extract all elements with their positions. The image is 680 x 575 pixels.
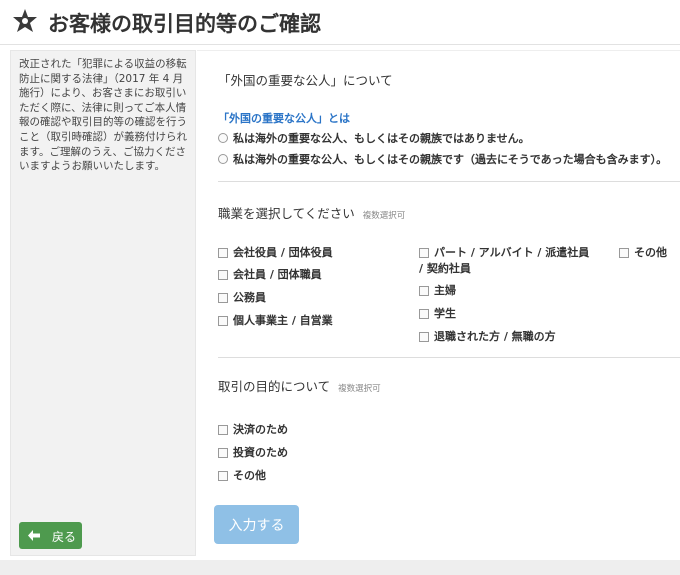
checkbox-label: 主婦 <box>434 284 456 297</box>
occupation-executive[interactable]: 会社役員 / 団体役員 <box>218 246 333 260</box>
pep-option-label: 私は海外の重要な公人、もしくはその親族です（過去にそうであった場合も含みます）。 <box>233 153 668 166</box>
page-header: お客様の取引目的等のご確認 <box>0 0 680 44</box>
purpose-other[interactable]: その他 <box>218 469 266 483</box>
sidebar: 改正された「犯罪による収益の移転防止に関する法律」（2017 年 4 月施行）に… <box>10 50 196 556</box>
radio-button[interactable] <box>218 133 228 143</box>
checkbox[interactable] <box>218 248 228 258</box>
occupation-note: 複数選択可 <box>362 211 406 221</box>
occupation-part-time[interactable]: パート / アルバイト / 派遣社員 <box>419 246 589 260</box>
checkbox-label: 決済のため <box>233 423 288 436</box>
checkbox-label: 会社員 / 団体職員 <box>233 268 322 281</box>
back-label: 戻る <box>52 530 77 544</box>
checkbox[interactable] <box>218 316 228 326</box>
checkbox-label: 学生 <box>434 307 456 320</box>
submit-button[interactable]: 入力する <box>214 505 299 544</box>
occupation-title: 職業を選択してください <box>218 206 355 221</box>
purpose-investment[interactable]: 投資のため <box>218 446 288 460</box>
pep-option-not[interactable]: 私は海外の重要な公人、もしくはその親族ではありません。 <box>218 130 530 146</box>
checkbox[interactable] <box>218 270 228 280</box>
occupation-retired[interactable]: 退職された方 / 無職の方 <box>419 330 556 344</box>
page-title: お客様の取引目的等のご確認 <box>48 12 321 36</box>
checkbox[interactable] <box>419 286 429 296</box>
checkbox[interactable] <box>419 332 429 342</box>
checkbox-label: 投資のため <box>233 446 288 459</box>
checkbox-label: 退職された方 / 無職の方 <box>434 330 556 343</box>
checkbox-label: その他 <box>233 469 266 482</box>
checkbox[interactable] <box>419 309 429 319</box>
checkbox[interactable] <box>218 425 228 435</box>
occupation-section-title: 職業を選択してください 複数選択可 <box>218 203 405 222</box>
checkbox-label: パート / アルバイト / 派遣社員 <box>434 246 590 259</box>
checkbox-label: 個人事業主 / 自営業 <box>233 314 333 327</box>
checkbox-label: 公務員 <box>233 291 266 304</box>
occupation-other[interactable]: その他 <box>619 246 667 260</box>
checkbox[interactable] <box>218 448 228 458</box>
purpose-title: 取引の目的について <box>218 379 331 394</box>
checkbox-label: 会社役員 / 団体役員 <box>233 246 333 259</box>
occupation-self-employed[interactable]: 個人事業主 / 自営業 <box>218 314 333 328</box>
arrow-left-icon <box>28 530 40 541</box>
occupation-homemaker[interactable]: 主婦 <box>419 284 456 298</box>
checkbox-label-continued: / 契約社員 <box>419 262 471 275</box>
pep-option-is[interactable]: 私は海外の重要な公人、もしくはその親族です（過去にそうであった場合も含みます）。 <box>218 151 667 167</box>
occupation-part-time-cont: / 契約社員 <box>419 262 471 276</box>
pep-section-title: 「外国の重要な公人」について <box>218 73 393 88</box>
star-badge-icon <box>13 9 37 32</box>
checkbox[interactable] <box>218 471 228 481</box>
back-button[interactable]: 戻る <box>19 522 82 549</box>
occupation-employee[interactable]: 会社員 / 団体職員 <box>218 268 322 282</box>
pep-option-label: 私は海外の重要な公人、もしくはその親族ではありません。 <box>233 132 530 145</box>
sidebar-note: 改正された「犯罪による収益の移転防止に関する法律」（2017 年 4 月施行）に… <box>19 58 187 173</box>
checkbox[interactable] <box>619 248 629 258</box>
purpose-note: 複数選択可 <box>338 384 381 394</box>
checkbox[interactable] <box>218 293 228 303</box>
occupation-civil-servant[interactable]: 公務員 <box>218 291 266 305</box>
purpose-section-title: 取引の目的について 複数選択可 <box>218 376 381 395</box>
purpose-payment[interactable]: 決済のため <box>218 423 288 437</box>
footer-bar <box>0 560 680 575</box>
divider <box>218 357 680 358</box>
pep-info-link[interactable]: 「外国の重要な公人」とは <box>218 110 350 126</box>
radio-button[interactable] <box>218 154 228 164</box>
checkbox-label: その他 <box>634 246 667 259</box>
divider <box>218 181 680 182</box>
checkbox[interactable] <box>419 248 429 258</box>
occupation-student[interactable]: 学生 <box>419 307 456 321</box>
